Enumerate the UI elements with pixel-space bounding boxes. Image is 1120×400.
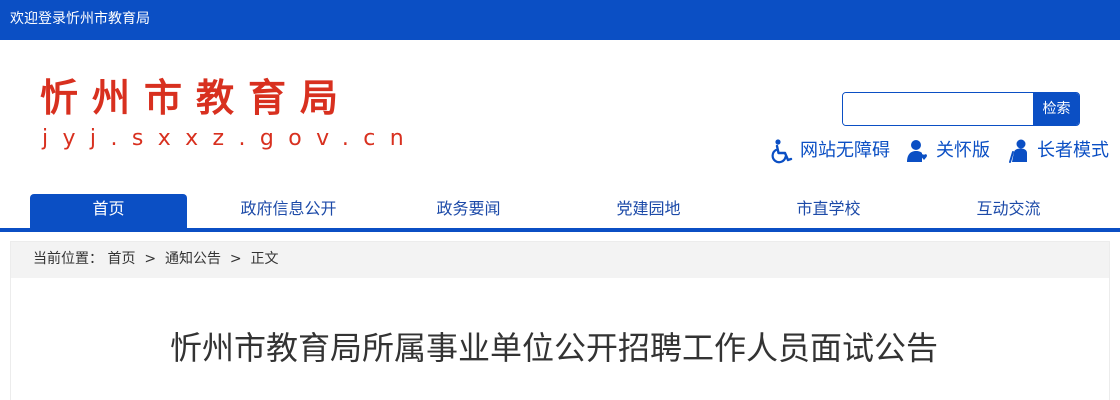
search-input[interactable]: [843, 93, 1033, 125]
article-title: 忻州市教育局所属事业单位公开招聘工作人员面试公告: [169, 329, 938, 367]
elder-mode-link[interactable]: 长者模式: [1007, 137, 1109, 165]
breadcrumb-current: 正文: [250, 251, 279, 267]
elder-user-icon: [1009, 139, 1027, 163]
search-button[interactable]: 检索: [1033, 93, 1079, 125]
content-panel: 当前位置： 首页 > 通知公告 > 正文 忻州市教育局所属事业单位公开招聘工作人…: [10, 241, 1110, 400]
welcome-text: 欢迎登录忻州市教育局: [10, 11, 150, 27]
elder-mode-label: 长者模式: [1037, 140, 1109, 161]
breadcrumb: 当前位置： 首页 > 通知公告 > 正文: [11, 242, 1109, 278]
wheelchair-icon: [771, 139, 793, 164]
accessibility-label: 网站无障碍: [800, 140, 890, 161]
nav-item-gov-info[interactable]: 政府信息公开: [210, 194, 367, 228]
care-mode-label: 关怀版: [936, 140, 990, 161]
breadcrumb-notices[interactable]: 通知公告: [165, 242, 221, 276]
search-box: 检索: [842, 92, 1080, 126]
care-mode-link[interactable]: 关怀版: [906, 137, 990, 165]
care-user-icon: [907, 140, 927, 162]
nav-item-home[interactable]: 首页: [30, 194, 187, 228]
breadcrumb-prefix: 当前位置：: [33, 251, 103, 267]
nav-underline: [0, 228, 1120, 232]
breadcrumb-home[interactable]: 首页: [107, 242, 135, 276]
breadcrumb-separator: >: [144, 251, 157, 267]
nav-item-gov-news[interactable]: 政务要闻: [390, 194, 547, 228]
site-logo-title[interactable]: 忻州市教育局: [40, 75, 352, 121]
breadcrumb-separator: >: [229, 251, 242, 267]
site-logo-domain: jyj.sxxz.gov.cn: [42, 126, 419, 151]
nav-item-schools[interactable]: 市直学校: [750, 194, 907, 228]
nav-item-party-building[interactable]: 党建园地: [570, 194, 727, 228]
nav-item-interaction[interactable]: 互动交流: [930, 194, 1087, 228]
top-bar: 欢迎登录忻州市教育局: [0, 0, 1120, 40]
accessibility-link[interactable]: 网站无障碍: [770, 137, 890, 165]
